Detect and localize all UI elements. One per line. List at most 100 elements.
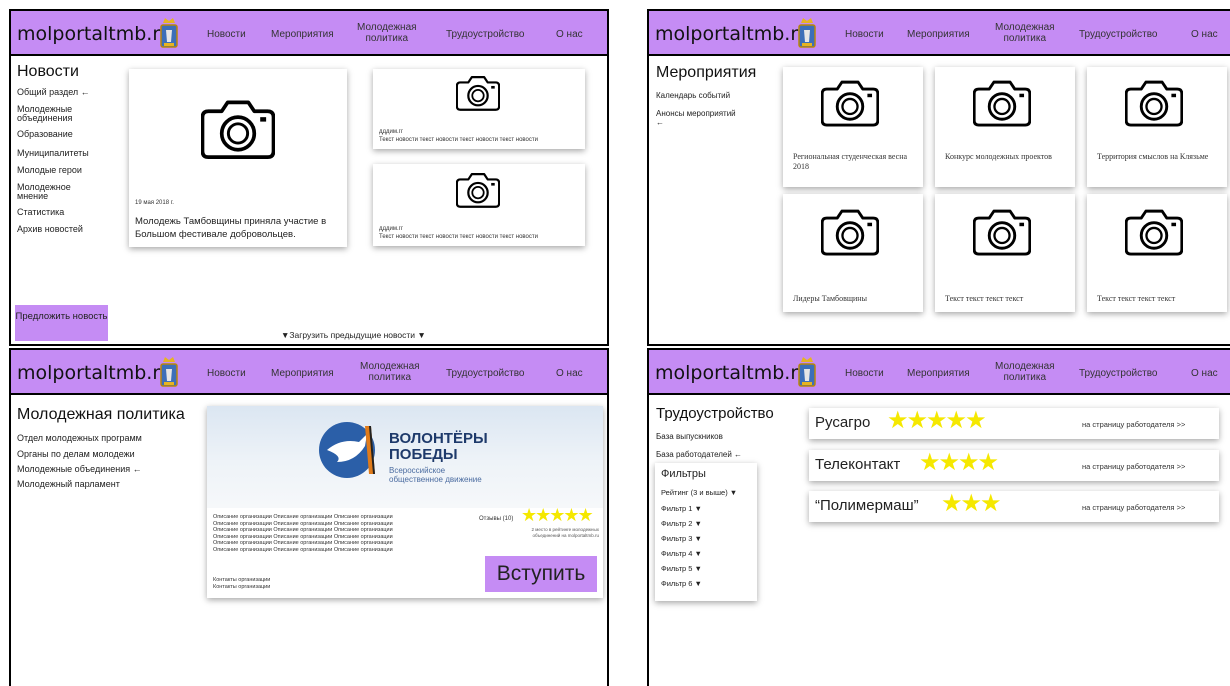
nav-news[interactable]: Новости — [845, 368, 884, 379]
employer-row[interactable]: Русагро ★★★★★ на страницу работодателя >… — [809, 407, 1219, 439]
camera-icon — [821, 79, 879, 127]
site-header: molportaltmb.ru Новости Мероприятия Моло… — [649, 350, 1230, 395]
suggest-news-button[interactable]: Предложить новость — [15, 305, 108, 341]
nav-jobs[interactable]: Трудоустройство — [446, 29, 524, 40]
sidebar-item-graduates[interactable]: База выпускников — [656, 432, 723, 441]
nav-about[interactable]: О нас — [1191, 368, 1218, 379]
employer-page-link[interactable]: на страницу работодателя >> — [1082, 503, 1185, 512]
nav-youth-policy[interactable]: Молодежная политика — [357, 22, 417, 44]
events-page-panel: molportaltmb.ru Новости Мероприятия Моло… — [647, 9, 1230, 346]
crest-icon — [797, 17, 817, 49]
employer-page-link[interactable]: на страницу работодателя >> — [1082, 420, 1185, 429]
event-card[interactable]: Текст текст текст текст — [935, 194, 1075, 312]
nav-youth-policy[interactable]: Молодежная политика — [995, 361, 1055, 383]
sidebar-item-calendar[interactable]: Календарь событий — [656, 91, 730, 100]
camera-icon — [973, 79, 1031, 127]
event-card-title: Лидеры Тамбовщины — [793, 294, 867, 303]
load-more-link[interactable]: ▼Загрузить предыдущие новости ▼ — [281, 330, 426, 340]
page-title: Мероприятия — [656, 64, 757, 81]
join-button[interactable]: Вступить — [485, 556, 597, 592]
news-headline: Молодежь Тамбовщины приняла участие в Бо… — [135, 216, 327, 240]
employer-name: Телеконтакт — [815, 456, 901, 473]
news-card-text: Текст новости текст новости текст новост… — [379, 234, 538, 240]
sidebar-item-programs[interactable]: Отдел молодежных программ — [17, 434, 142, 443]
nav-events[interactable]: Мероприятия — [907, 368, 970, 379]
nav-youth-policy[interactable]: Молодежная политика — [360, 361, 420, 383]
nav-news[interactable]: Новости — [845, 29, 884, 40]
event-card[interactable]: Территория смыслов на Клязьме — [1087, 67, 1227, 187]
nav-events[interactable]: Мероприятия — [271, 368, 334, 379]
camera-icon — [1125, 79, 1183, 127]
nav-about[interactable]: О нас — [1191, 29, 1218, 40]
organization-name-2: ПОБЕДЫ — [389, 446, 458, 463]
event-card[interactable]: Региональная студенческая весна 2018 — [783, 67, 923, 187]
sidebar-item-heroes[interactable]: Молодые герои — [17, 166, 82, 175]
news-page-panel: molportaltmb.ru Новости Мероприятия Моло… — [9, 9, 609, 346]
news-card-small[interactable]: дддим.гг Текст новости текст новости тек… — [373, 164, 585, 246]
filter-6[interactable]: Фильтр 6 ▼ — [661, 579, 702, 588]
nav-youth-policy[interactable]: Молодежная политика — [995, 22, 1055, 44]
event-card[interactable]: Лидеры Тамбовщины — [783, 194, 923, 312]
site-logo[interactable]: molportaltmb.ru — [655, 23, 810, 45]
nav-events[interactable]: Мероприятия — [271, 29, 334, 40]
sidebar-item-parliament[interactable]: Молодежный парламент — [17, 480, 120, 489]
filter-2[interactable]: Фильтр 2 ▼ — [661, 519, 702, 528]
nav-youth-line1: Молодежная — [360, 361, 420, 372]
nav-youth-line2: политика — [368, 372, 412, 383]
organization-banner: ВОЛОНТЁРЫ ПОБЕДЫ Всероссийское обществен… — [207, 406, 603, 508]
news-card-main[interactable]: 19 мая 2018 г. Молодежь Тамбовщины приня… — [129, 69, 347, 247]
nav-events[interactable]: Мероприятия — [907, 29, 970, 40]
rating-stars: ★★★★★ — [521, 505, 594, 525]
event-card[interactable]: Конкурс молодежных проектов — [935, 67, 1075, 187]
event-card-title: Региональная студенческая весна 2018 — [793, 152, 908, 171]
employer-row[interactable]: Телеконтакт ★★★★ на страницу работодател… — [809, 449, 1219, 481]
filters-panel: Фильтры Рейтинг (3 и выше) ▼ Фильтр 1 ▼ … — [655, 463, 757, 601]
organization-card: ВОЛОНТЁРЫ ПОБЕДЫ Всероссийское обществен… — [207, 406, 603, 598]
filters-title: Фильтры — [661, 468, 706, 480]
filter-4[interactable]: Фильтр 4 ▼ — [661, 549, 702, 558]
sidebar-item-announcements[interactable]: Анонсы мероприятий ← — [656, 109, 736, 127]
event-card-title: Текст текст текст текст — [1097, 294, 1176, 303]
sidebar-item-statistics[interactable]: Статистика — [17, 208, 64, 217]
nav-jobs[interactable]: Трудоустройство — [1079, 29, 1157, 40]
filter-5[interactable]: Фильтр 5 ▼ — [661, 564, 702, 573]
sidebar-item-archive[interactable]: Архив новостей — [17, 225, 83, 234]
nav-about[interactable]: О нас — [556, 368, 583, 379]
site-logo[interactable]: molportaltmb.ru — [655, 362, 810, 384]
sidebar-item-opinion[interactable]: Молодежное мнение — [17, 183, 97, 201]
site-logo[interactable]: molportaltmb.ru — [17, 23, 172, 45]
dove-logo-icon — [319, 422, 375, 478]
nav-news[interactable]: Новости — [207, 29, 246, 40]
nav-youth-line2: политика — [1003, 33, 1047, 44]
filter-1[interactable]: Фильтр 1 ▼ — [661, 504, 702, 513]
filter-3[interactable]: Фильтр 3 ▼ — [661, 534, 702, 543]
sidebar-item-associations[interactable]: Молодежные объединения ← — [17, 465, 142, 474]
employer-rating-stars: ★★★★ — [919, 449, 999, 476]
sidebar-item-associations[interactable]: Молодежные объединения — [17, 105, 97, 123]
page-title: Трудоустройство — [656, 405, 774, 422]
contacts-line: Контакты организации — [213, 577, 271, 583]
sidebar-item-education[interactable]: Образование — [17, 130, 73, 139]
sidebar-item-municipalities[interactable]: Муниципалитеты — [17, 149, 89, 158]
crest-icon — [797, 356, 817, 388]
sidebar-item-bodies[interactable]: Органы по делам молодежи — [17, 450, 135, 459]
site-logo[interactable]: molportaltmb.ru — [17, 362, 172, 384]
nav-about[interactable]: О нас — [556, 29, 583, 40]
site-header: molportaltmb.ru Новости Мероприятия Моло… — [11, 11, 607, 56]
description-line: Описание организации Описание организаци… — [213, 546, 393, 553]
sidebar-item-general[interactable]: Общий раздел ← — [17, 88, 90, 97]
news-card-label: дддим.гг — [379, 226, 404, 232]
reviews-link[interactable]: Отзывы (10) — [479, 516, 513, 522]
event-card-title: Конкурс молодежных проектов — [945, 152, 1052, 161]
nav-news[interactable]: Новости — [207, 368, 246, 379]
nav-jobs[interactable]: Трудоустройство — [446, 368, 524, 379]
news-card-small[interactable]: дддим.гг Текст новости текст новости тек… — [373, 69, 585, 149]
employer-page-link[interactable]: на страницу работодателя >> — [1082, 462, 1185, 471]
nav-jobs[interactable]: Трудоустройство — [1079, 368, 1157, 379]
sidebar-item-employers[interactable]: База работодателей ← — [656, 450, 742, 459]
event-card[interactable]: Текст текст текст текст — [1087, 194, 1227, 312]
employer-row[interactable]: “Полимермаш” ★★★ на страницу работодател… — [809, 490, 1219, 522]
nav-youth-line1: Молодежная — [995, 22, 1055, 33]
event-card-title: Текст текст текст текст — [945, 294, 1024, 303]
filter-rating[interactable]: Рейтинг (3 и выше) ▼ — [661, 488, 737, 497]
